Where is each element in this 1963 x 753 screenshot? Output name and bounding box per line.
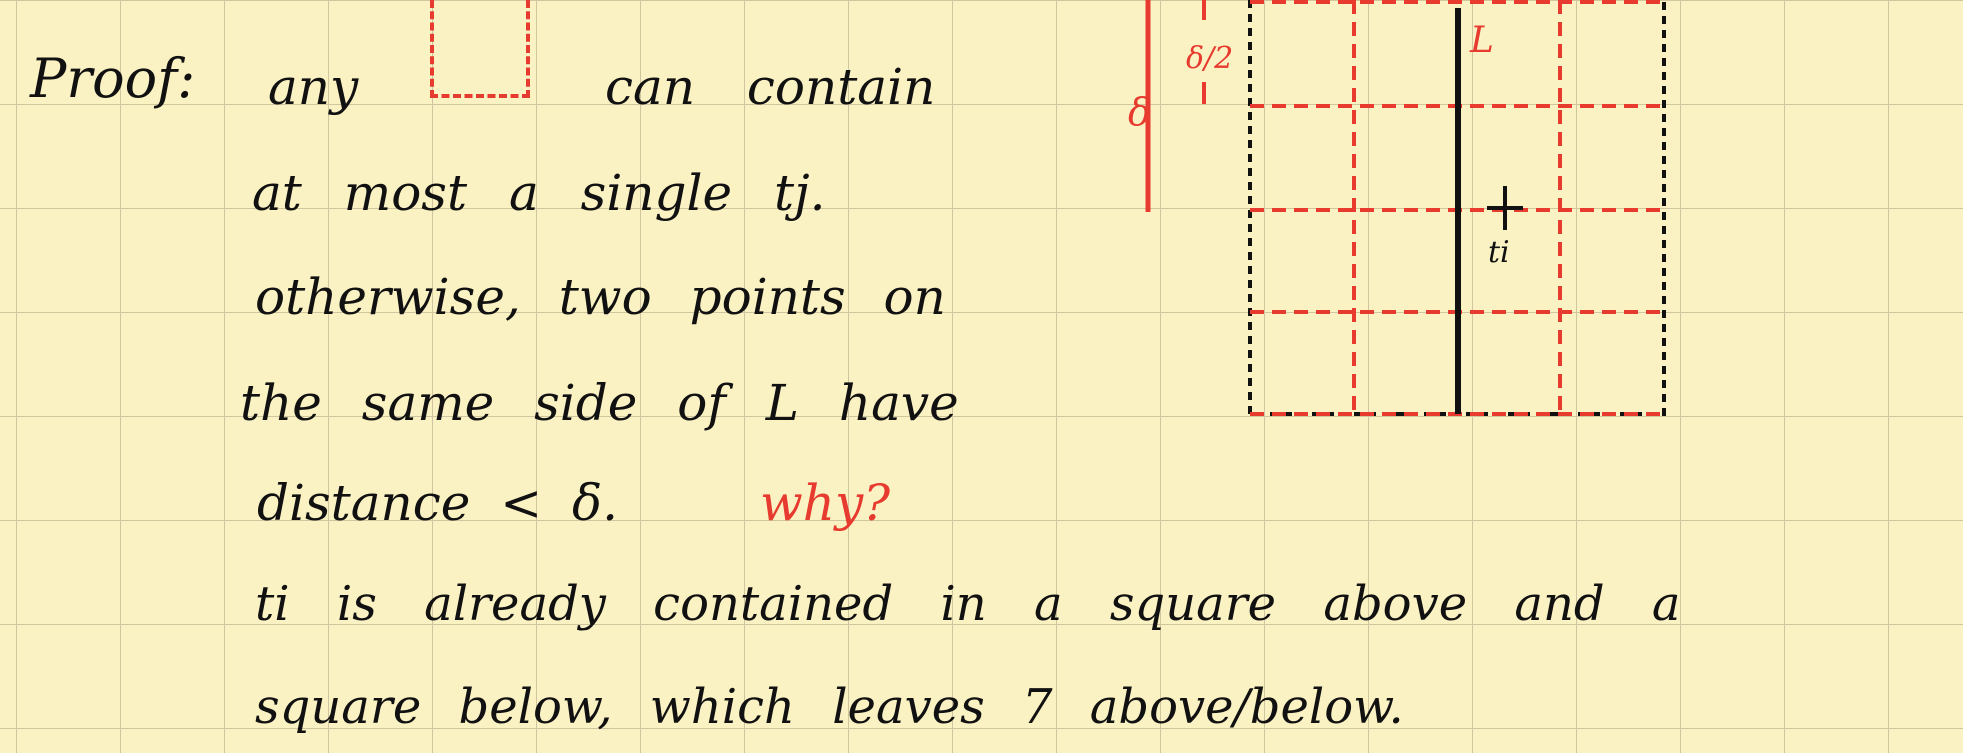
text-line-3: otherwise, two points on bbox=[255, 268, 946, 326]
point-ti-label: ti bbox=[1488, 235, 1510, 270]
example-dashed-square bbox=[430, 0, 530, 98]
line-L-label: L bbox=[1469, 20, 1494, 61]
why-annotation: why? bbox=[760, 474, 891, 532]
delta-label: δ bbox=[1128, 90, 1151, 134]
grid-outer-border bbox=[1248, 0, 1666, 416]
text-line-6: ti is already contained in a square abov… bbox=[255, 576, 1681, 632]
half-delta-label: δ/2 bbox=[1186, 41, 1233, 76]
text-line-4: the same side of L have bbox=[240, 374, 959, 432]
grid-lines bbox=[1250, 0, 1664, 416]
text-line-2: at most a single tj. bbox=[252, 164, 826, 222]
text-line-1-end: can contain bbox=[605, 58, 936, 116]
text-line-5: distance < δ. bbox=[257, 474, 619, 532]
text-line-1-start: any bbox=[268, 58, 359, 116]
proof-label: Proof: bbox=[30, 47, 196, 110]
text-line-7: square below, which leaves 7 above/below… bbox=[255, 679, 1404, 735]
